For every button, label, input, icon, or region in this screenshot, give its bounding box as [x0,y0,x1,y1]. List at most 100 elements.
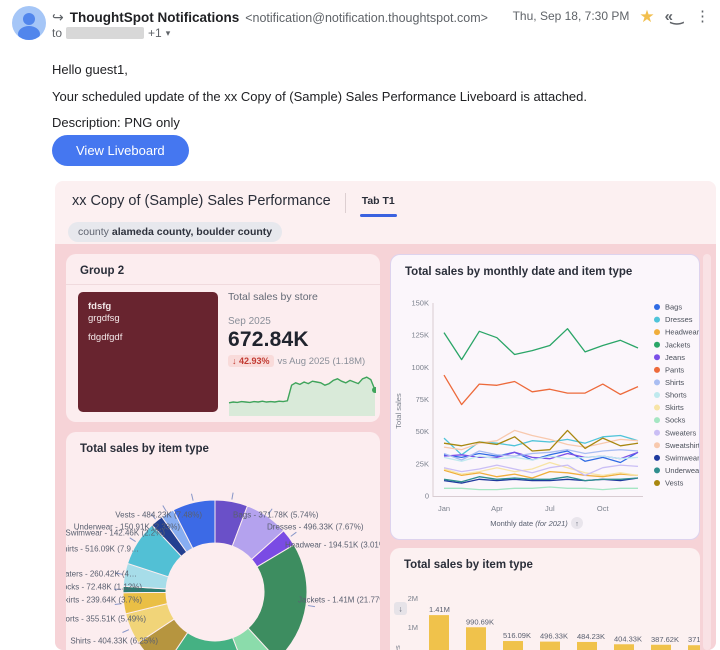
bar-value-label: 404.33K [614,634,642,643]
bar-shirts [614,644,634,650]
treemap-label: grgdfsg [88,312,120,324]
legend-label: Shirts [665,378,684,387]
description-line: Description: PNG only [52,115,180,130]
sender-email: <notification@notification.thoughtspot.c… [245,10,488,25]
liveboard-title: xx Copy of (Sample) Sales Performance [72,193,331,209]
email-view: ↪ ThoughtSpot Notifications <notificatio… [0,0,720,650]
svg-text:125K: 125K [411,331,429,340]
legend-label: Headwear [665,328,699,337]
svg-text:Monthly date (for 2021): Monthly date (for 2021) [490,519,568,528]
kpi-comparison: vs Aug 2025 (1.18M) [277,355,366,367]
svg-text:Total sales: Total sales [394,393,403,429]
legend-label: Pants [665,365,684,374]
sender-avatar [12,6,46,40]
legend-swatch-shorts [654,391,660,398]
view-liveboard-button[interactable]: View Liveboard [52,135,189,166]
svg-text:50K: 50K [416,427,429,436]
group2-card: Group 2 fdsfg grgdfsg fdgdfgdf Total sal… [66,254,380,422]
bar-jeans [651,644,671,650]
legend-swatch-underwear [654,467,660,474]
more-options-icon[interactable]: ⋮ [691,7,714,25]
sender-name: ThoughtSpot Notifications [69,10,240,25]
scrollbar-track [703,254,711,650]
legend-swatch-vests [654,479,660,486]
group2-title: Group 2 [80,265,125,277]
svg-text:↓: ↓ [399,605,403,614]
to-label: to [52,26,63,40]
svg-text:100K: 100K [411,363,429,372]
kpi-title: Total sales by store [228,291,318,303]
legend-label: Jackets [665,340,691,349]
svg-text:75K: 75K [416,395,429,404]
svg-text:Apr: Apr [491,504,503,513]
donut-label-vests: Vests - 484.23K (7.48%) [115,510,202,520]
series-jackets [443,328,639,361]
svg-text:1M: 1M [408,623,418,632]
divider [66,284,380,285]
donut-label-shorts: Shorts - 355.51K (5.49%) [66,614,146,624]
donut-label-skirts: Skirts - 239.64K (3.7%) [66,595,142,605]
legend-swatch-jeans [654,354,660,361]
legend-swatch-skirts [654,404,660,411]
donut-label-underwear: Underwear - 150.91K (2.33%) [73,522,180,532]
legend-label: Sweaters [665,428,697,437]
bar-jackets [429,615,449,650]
bar-dresses [540,641,560,650]
donut-chart-card: Total sales by item type Bags - 371.78K … [66,432,380,650]
kpi-sparkline-chart [228,376,376,416]
filter-chip-county: county alameda county, boulder county [68,222,283,242]
star-icon[interactable]: ★ [639,8,654,25]
donut-label-headwear: Headwear - 194.51K (3.01%) [285,540,380,550]
liveboard-report-image: xx Copy of (Sample) Sales Performance Ta… [55,181,716,650]
svg-text:150K: 150K [411,299,429,308]
legend-swatch-bags [654,304,660,310]
person-icon [18,13,40,40]
reply-all-icon[interactable]: «‿ [665,7,683,25]
kpi-tile: Total sales by store Sep 2025 672.84K ↓ … [228,291,376,367]
bar-chart-card: Total sales by item type 2M1M↓Total sale… [390,548,700,650]
treemap-label: fdgdfgdf [88,331,123,343]
line-chart-card: Total sales by monthly date and item typ… [390,254,700,540]
line-chart-title: Total sales by monthly date and item typ… [405,266,633,278]
donut-label-bags: Bags - 371.78K (5.74%) [233,510,319,520]
legend-swatch-headwear [654,329,660,336]
bar-value-label: 496.33K [540,632,568,641]
tab-underline [359,214,397,217]
legend-label: Swimwear [665,453,699,462]
donut-label-shirts: Shirts - 404.33K (6.25%) [70,636,158,646]
chevron-down-icon[interactable]: ▾ [166,28,171,39]
legend-label: Skirts [665,403,684,412]
bar-value-label: 387.62K [651,635,679,644]
bar-sweatshirts [503,641,523,650]
svg-text:25K: 25K [416,459,429,468]
svg-text:Total sales: Total sales [393,645,402,650]
donut-label-socks: Socks - 72.48K (1.12%) [66,582,142,592]
svg-text:2M: 2M [408,594,418,603]
kpi-delta-badge: ↓ 42.93% [228,355,274,367]
svg-text:0: 0 [425,492,429,501]
kpi-period: Sep 2025 [228,316,271,327]
legend-swatch-shirts [654,379,660,386]
bar-chart: 2M 1M ↓ Total sales 1.41M 990.69K 516.09K 496.3… [393,594,700,650]
bar-vests [577,641,597,650]
svg-text:↑: ↑ [575,521,579,528]
treemap-label: fdsfg [88,301,112,312]
legend-label: Jeans [665,353,685,362]
greeting: Hello guest1, [52,62,128,77]
donut-label-jackets: Jackets - 1.41M (21.77%) [298,595,380,605]
donut-label-sweatshirts: Sweatshirts - 516.09K (7.9… [66,544,139,554]
recipients-more[interactable]: +1 [148,26,162,40]
svg-text:Jul: Jul [545,504,555,513]
svg-text:Jan: Jan [438,504,450,513]
kpi-value: 672.84K [228,328,309,351]
bar-bags [688,645,700,650]
email-timestamp: Thu, Sep 18, 7:30 PM [512,9,630,23]
legend-swatch-dresses [654,316,660,323]
forwarded-icon: ↪ [52,9,64,25]
svg-text:Oct: Oct [597,504,610,513]
legend-label: Vests [665,479,684,488]
series-socks [444,486,638,491]
bar-pants [466,627,486,650]
legend-swatch-swimwear [654,454,660,461]
tab-t1: Tab T1 [359,191,397,217]
